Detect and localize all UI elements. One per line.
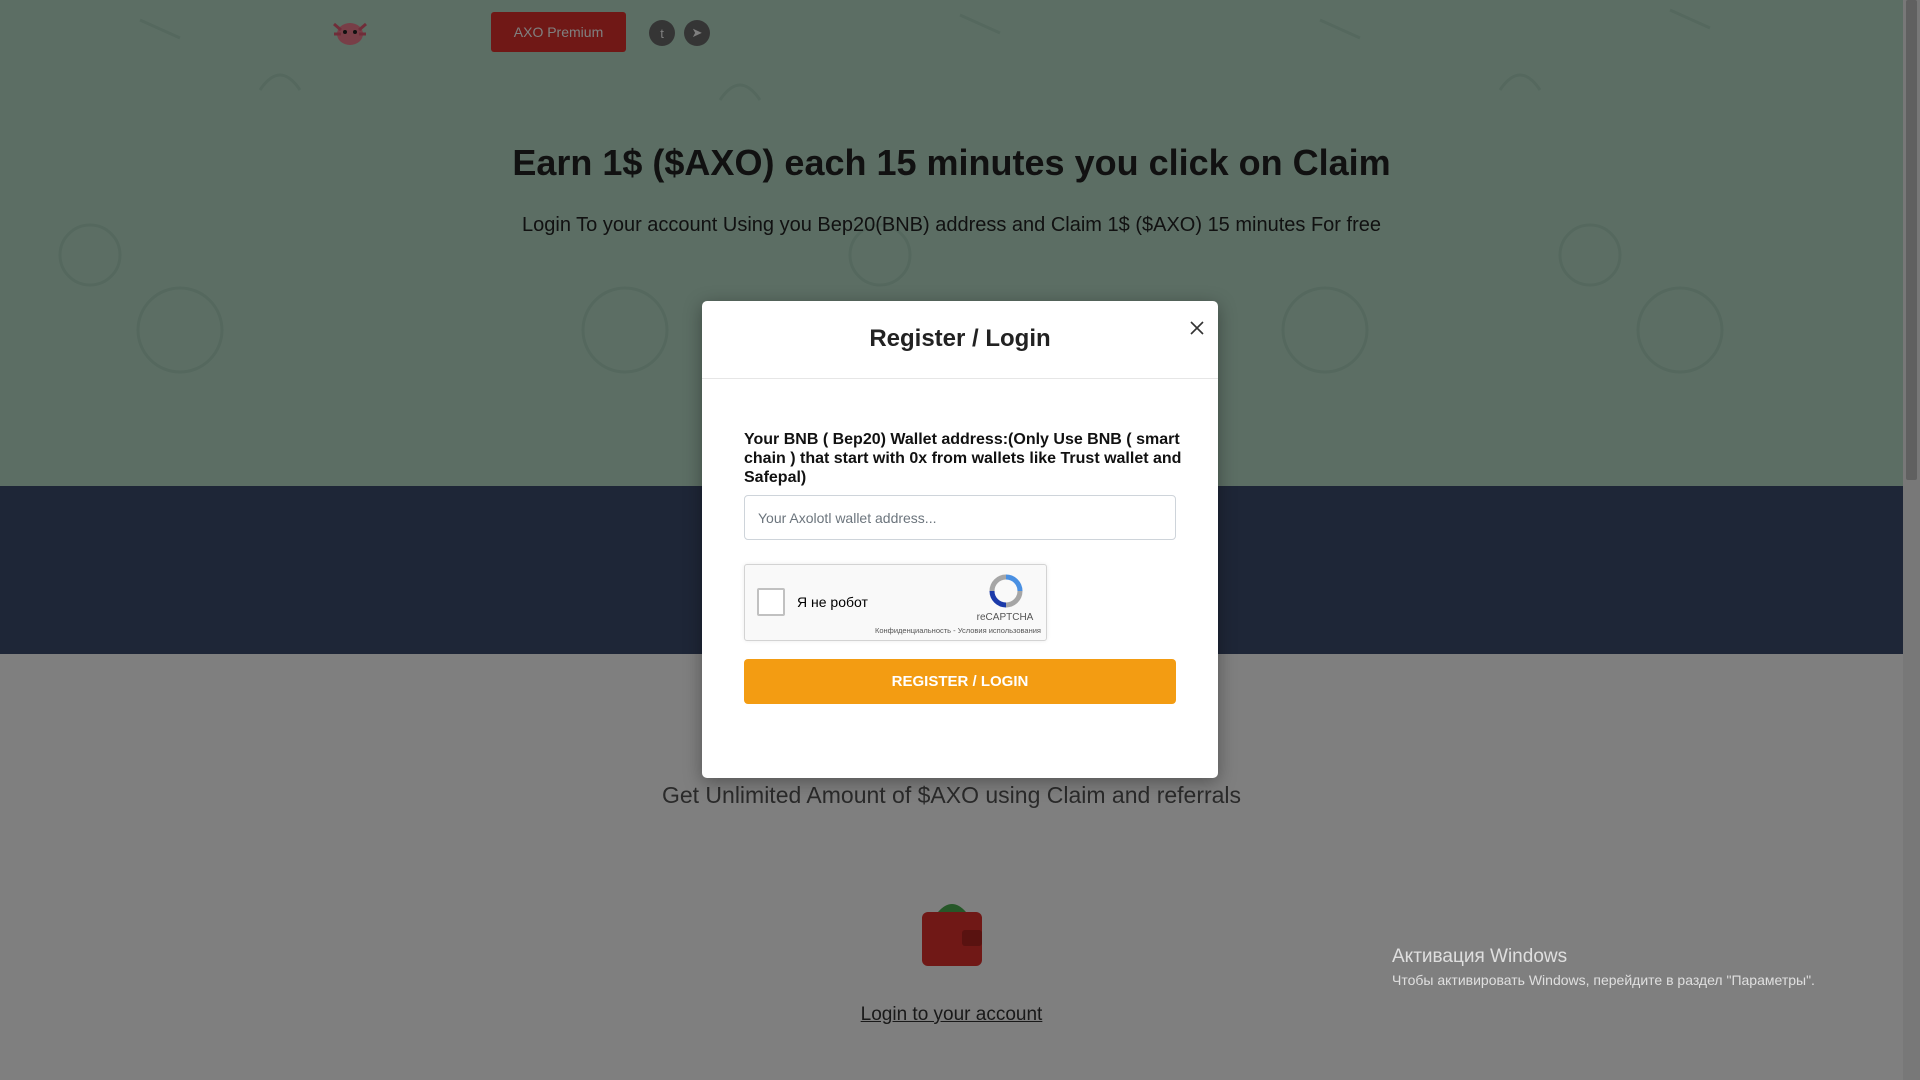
- windows-activation-title: Активация Windows: [1392, 946, 1568, 967]
- recaptcha-privacy-link[interactable]: Конфиденциальность: [875, 626, 951, 635]
- windows-activation-subtitle: Чтобы активировать Windows, перейдите в …: [1392, 972, 1815, 988]
- recaptcha-label: Я не робот: [797, 594, 868, 610]
- modal-header: Register / Login: [702, 301, 1218, 379]
- register-login-button[interactable]: REGISTER / LOGIN: [744, 659, 1176, 704]
- close-button[interactable]: [1184, 315, 1210, 341]
- wallet-address-input[interactable]: [744, 495, 1176, 540]
- register-login-modal: Register / Login Your BNB ( Bep20) Walle…: [702, 301, 1218, 778]
- recaptcha-brand: reCAPTCHA: [976, 612, 1034, 623]
- recaptcha-widget: Я не робот reCAPTCHA Конфиденциальность …: [744, 564, 1047, 641]
- recaptcha-logo-icon: [989, 574, 1023, 608]
- close-icon: [1190, 321, 1204, 335]
- recaptcha-checkbox[interactable]: [757, 588, 785, 616]
- recaptcha-links: Конфиденциальность - Условия использован…: [851, 626, 1041, 635]
- recaptcha-link-separator: -: [951, 626, 958, 635]
- wallet-address-label: Your BNB ( Bep20) Wallet address:(Only U…: [744, 431, 1182, 486]
- recaptcha-terms-link[interactable]: Условия использования: [958, 626, 1041, 635]
- modal-title: Register / Login: [869, 325, 1051, 352]
- windows-activation-watermark: Активация Windows Чтобы активировать Win…: [1392, 946, 1815, 988]
